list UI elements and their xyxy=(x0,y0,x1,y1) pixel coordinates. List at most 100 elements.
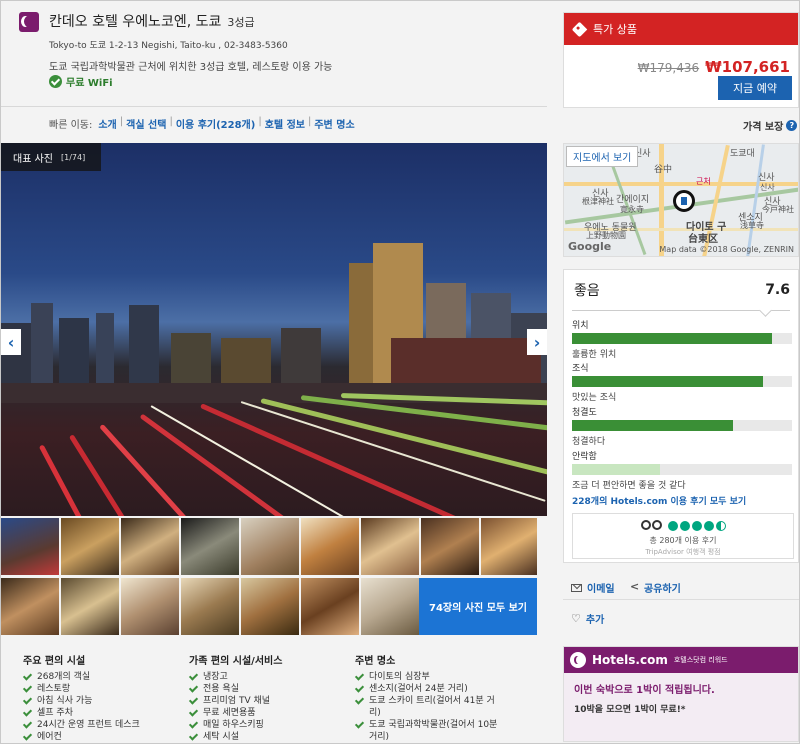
wifi-label: 무료 WiFi xyxy=(66,78,113,89)
view-on-map-button[interactable]: 지도에서 보기 xyxy=(566,146,639,167)
email-button[interactable]: 이메일 xyxy=(571,580,615,595)
photo-thumbnail[interactable] xyxy=(181,578,239,635)
photo-thumbnail[interactable] xyxy=(181,518,239,575)
photo-thumbnail[interactable] xyxy=(121,578,179,635)
list-item: 24시간 운영 프런트 데스크 xyxy=(23,719,140,731)
review-category: 조식 맛있는 조식 xyxy=(572,361,792,403)
rewards-line-1: 이번 숙박으로 1박이 적립됩니다. xyxy=(574,685,715,696)
photo-thumbnail[interactable] xyxy=(61,578,119,635)
rewards-line-2: 10박을 모으면 1박이 무료!* xyxy=(574,705,686,715)
review-category: 청결도 청결하다 xyxy=(572,405,792,447)
family-amenities-title: 가족 편의 시설/서비스 xyxy=(189,656,283,667)
list-item: 에어컨 xyxy=(23,731,140,743)
review-bar-fill xyxy=(572,420,733,431)
list-item: 레스토랑 xyxy=(23,683,140,695)
check-icon xyxy=(23,732,31,740)
quick-nav-intro[interactable]: 소개 xyxy=(98,116,116,131)
review-bar-fill xyxy=(572,376,764,387)
tripadvisor-owl-icon xyxy=(641,520,663,532)
photo-thumbnail[interactable] xyxy=(121,518,179,575)
heart-icon: ♡ xyxy=(571,612,581,625)
price-guarantee[interactable]: 가격 보장 ? xyxy=(743,118,798,133)
map-label: 寛永寺 xyxy=(620,205,644,214)
book-now-button[interactable]: 지금 예약 xyxy=(718,76,792,100)
hotel-name-text: 칸데오 호텔 우에노코엔, 도쿄 xyxy=(49,14,222,30)
divider xyxy=(563,599,799,600)
quick-nav-rooms[interactable]: 객실 선택 xyxy=(126,116,166,131)
photo-thumbnail[interactable] xyxy=(61,518,119,575)
quick-nav-info[interactable]: 호텔 정보 xyxy=(265,116,305,131)
map-label: 근처 xyxy=(696,177,711,186)
prev-photo-button[interactable]: ‹ xyxy=(1,329,21,355)
map-label: 根津神社 xyxy=(582,197,614,206)
check-icon xyxy=(355,672,363,680)
rating-bubble-icon xyxy=(668,521,678,531)
guest-reviews: 좋음 7.6 위치 훌륭한 위치 조식 맛있는 조식 청결도 청결하다 안락함 … xyxy=(563,269,799,563)
question-icon: ? xyxy=(786,120,798,131)
review-category: 안락함 조금 더 편안하면 좋을 것 같다 xyxy=(572,449,792,491)
check-icon xyxy=(23,672,31,680)
list-item: 아침 식사 가능 xyxy=(23,695,140,707)
add-label: 추가 xyxy=(585,615,605,626)
review-bar-fill xyxy=(572,333,773,344)
rating-bubble-icon xyxy=(692,521,702,531)
photo-thumbnail[interactable] xyxy=(481,518,537,575)
hero-photo[interactable]: 대표 사진 [1/74] ‹ › xyxy=(1,143,547,516)
quick-nav-reviews[interactable]: 이용 후기(228개) xyxy=(176,116,256,131)
review-category: 위치 훌륭한 위치 xyxy=(572,318,792,360)
list-item: 프리미엄 TV 채널 xyxy=(189,695,282,707)
price-guarantee-label: 가격 보장 xyxy=(743,122,784,133)
check-icon xyxy=(189,684,197,692)
photo-thumbnail[interactable] xyxy=(361,518,419,575)
photo-thumbnail[interactable] xyxy=(241,518,299,575)
share-button[interactable]: 공유하기 xyxy=(629,580,681,596)
hotel-address: Tokyo-to 도쿄 1-2-13 Negishi, Taito-ku , 0… xyxy=(49,41,288,51)
check-icon xyxy=(189,696,197,704)
photo-thumbnail[interactable] xyxy=(361,578,419,635)
map-label: 신사 xyxy=(760,183,775,192)
check-circle-icon xyxy=(49,75,62,88)
check-icon xyxy=(355,696,363,704)
rewards-box: Hotels.com 호텔스닷컴 리워드 이번 숙박으로 1박이 적립됩니다. … xyxy=(563,646,799,742)
photo-thumbnail[interactable] xyxy=(301,578,359,635)
map-preview[interactable]: 신사 谷中 간에이지 寛永寺 신사 근처 신사 根津神社 우에노 동물원 上野動… xyxy=(563,143,799,257)
divider: | xyxy=(169,116,173,127)
list-item: 매일 하우스키핑 xyxy=(189,719,282,731)
original-price: ₩179,436 xyxy=(637,61,700,75)
photo-thumbnail[interactable] xyxy=(1,518,59,575)
rating-bubble-icon xyxy=(716,521,726,531)
quick-nav-label: 빠른 이동: xyxy=(49,120,93,131)
email-label: 이메일 xyxy=(587,584,615,595)
photo-thumbnail[interactable] xyxy=(241,578,299,635)
list-item: 세탁 시설 xyxy=(189,731,282,743)
share-actions: 이메일 공유하기 ♡ 추가 xyxy=(563,572,799,632)
main-amenities: 주요 편의 시설 268개의 객실 레스토랑 아침 식사 가능 셀프 주차 24… xyxy=(23,652,140,743)
review-bar-fill xyxy=(572,464,660,475)
check-icon xyxy=(23,720,31,728)
review-category-label: 조식 xyxy=(572,364,589,374)
all-reviews-link[interactable]: 228개의 Hotels.com 이용 후기 모두 보기 xyxy=(572,494,746,507)
rating-word: 좋음 xyxy=(574,283,600,299)
deal-header: 특가 상품 xyxy=(564,13,798,45)
list-item: 도쿄 스카이 트리(걸어서 41분 거리) xyxy=(355,695,505,719)
review-category-label: 안락함 xyxy=(572,452,597,462)
photo-thumbnail[interactable] xyxy=(301,518,359,575)
quick-nav-attractions[interactable]: 주변 명소 xyxy=(314,116,354,131)
view-all-photos-button[interactable]: 74장의 사진 모두 보기 xyxy=(419,578,537,635)
list-item: 셀프 주차 xyxy=(23,707,140,719)
next-photo-button[interactable]: › xyxy=(527,329,547,355)
map-label: 谷中 xyxy=(654,165,673,175)
check-icon xyxy=(189,732,197,740)
check-icon xyxy=(189,708,197,716)
list-item: 전용 욕실 xyxy=(189,683,282,695)
photo-thumbnail[interactable] xyxy=(421,518,479,575)
tripadvisor-rating[interactable]: 총 280개 이용 후기 TripAdvisor 여행객 평점 xyxy=(572,513,794,559)
review-bar xyxy=(572,464,792,475)
tag-icon xyxy=(571,21,588,37)
mail-icon xyxy=(571,583,582,592)
rewards-header: Hotels.com 호텔스닷컴 리워드 xyxy=(564,647,798,673)
add-favorite-button[interactable]: ♡ 추가 xyxy=(571,611,604,626)
photo-thumbnail[interactable] xyxy=(1,578,59,635)
hotel-name: 칸데오 호텔 우에노코엔, 도쿄 3성급 xyxy=(49,11,255,31)
share-label: 공유하기 xyxy=(644,584,681,595)
